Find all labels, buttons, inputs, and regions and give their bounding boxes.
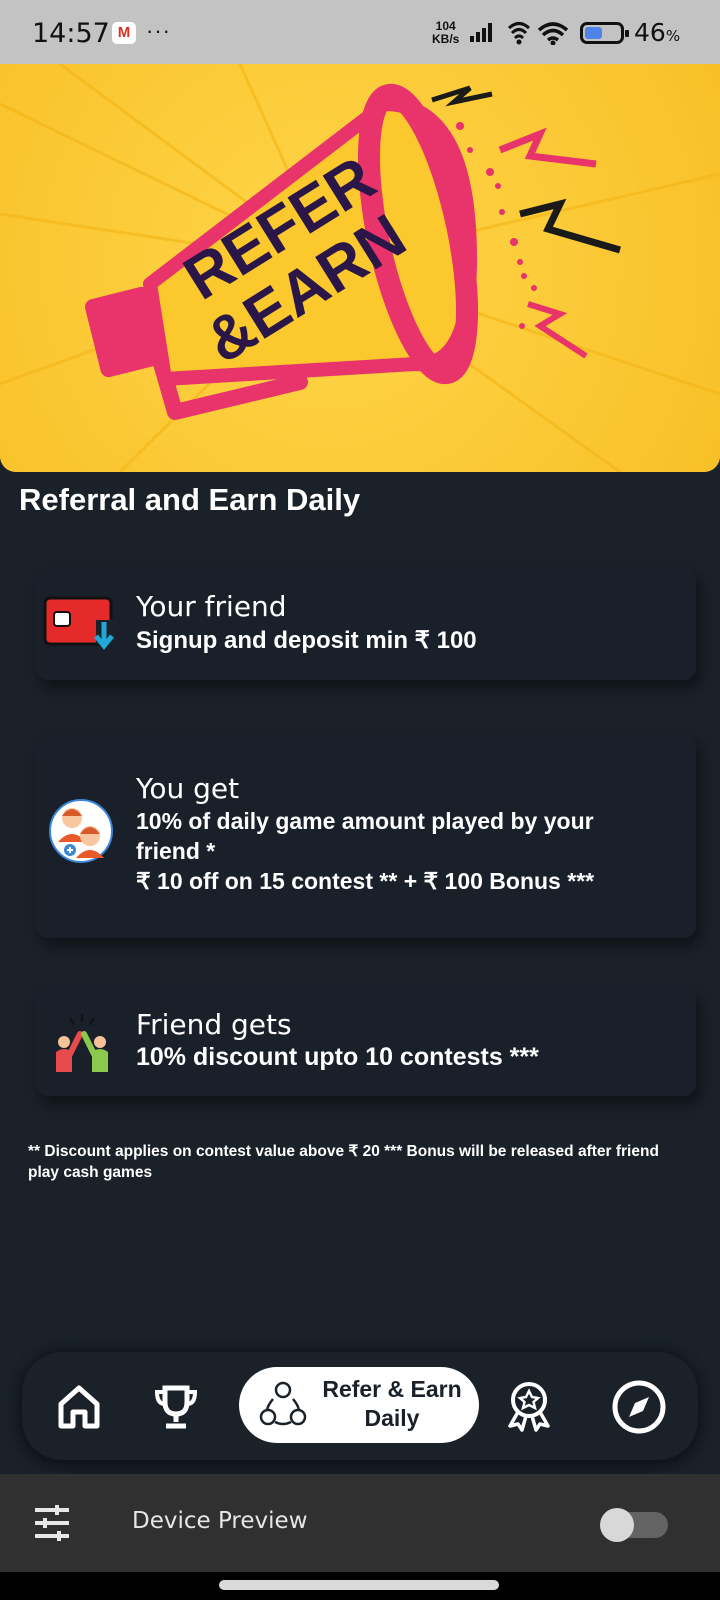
status-bar: 14:57 M ··· 104 KB/s 46% [0,0,720,64]
trophy-icon[interactable] [153,1384,199,1430]
toggle-knob [600,1508,634,1542]
gesture-bar [0,1572,720,1600]
megaphone-illustration: REFER &EARN [0,64,720,472]
nav-refer-earn-label: Refer & Earn Daily [322,1376,462,1431]
signal-icon [470,23,492,42]
friends-avatar-icon [49,799,113,863]
award-ribbon-icon[interactable] [506,1380,552,1432]
battery-fill [585,27,603,39]
home-icon[interactable] [57,1384,101,1430]
refer-earn-banner: REFER &EARN [0,64,720,472]
high-five-icon [56,1014,108,1072]
referral-step-card: Friend gets 10% discount upto 10 contest… [36,986,696,1096]
device-preview-toggle[interactable] [600,1508,668,1542]
nav-refer-earn-active[interactable]: Refer & Earn Daily [239,1367,479,1443]
referral-step-card: Your friend Signup and deposit min ₹ 100 [36,568,696,680]
hotspot-icon [507,22,531,45]
card-subtitle: You get [136,772,240,805]
terms-footnote: ** Discount applies on contest value abo… [28,1143,659,1181]
home-gesture-handle[interactable] [219,1580,499,1590]
gmail-icon: M [112,22,136,44]
settings-sliders-icon[interactable] [33,1504,71,1542]
wifi-icon [538,22,568,45]
section-title: Referral and Earn Daily [19,482,361,517]
card-description: 10% discount upto 10 contests *** [136,1043,539,1071]
compass-icon[interactable] [612,1380,666,1434]
card-description: Signup and deposit min ₹ 100 [136,627,477,654]
status-time: 14:57 [32,18,110,49]
bottom-navigation: Refer & Earn Daily [22,1352,698,1460]
wallet-deposit-icon [43,596,116,651]
card-subtitle: Friend gets [136,1008,292,1041]
battery-percent: 46% [634,18,681,47]
network-speed: 104 KB/s [432,20,459,46]
card-description: 10% of daily game amount played by your … [136,808,595,894]
share-icon [259,1381,307,1426]
device-preview-bar: Device Preview [0,1474,720,1572]
battery-icon [580,22,629,44]
more-notifications-icon: ··· [146,18,171,43]
referral-step-card: You get 10% of daily game amount played … [36,734,696,938]
device-preview-label: Device Preview [132,1508,308,1534]
network-speed-unit: KB/s [432,32,460,46]
card-subtitle: Your friend [136,590,287,623]
